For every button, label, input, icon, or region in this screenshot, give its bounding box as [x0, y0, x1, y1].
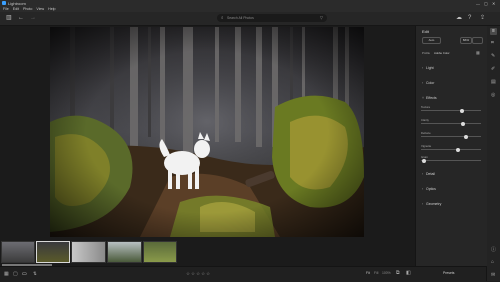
section-detail[interactable]: › Detail — [422, 172, 435, 176]
section-light[interactable]: › Light — [422, 66, 434, 70]
section-optics[interactable]: › Optics — [422, 187, 436, 191]
slider-track — [421, 123, 481, 124]
tool-strip: ≡ ⌗ ✎ ✐ ▤ ◎ ⓘ ⌂ ✉ — [486, 26, 500, 281]
main-photo[interactable] — [50, 27, 364, 237]
profile-browser-icon[interactable]: ▦ — [476, 50, 480, 55]
share-icon[interactable]: ⇪ — [480, 15, 485, 22]
crop-icon[interactable]: ⌗ — [491, 40, 494, 46]
profile-label: Profile — [422, 51, 430, 55]
window-title: Lightroom — [8, 1, 26, 6]
auto-button-label: Auto — [428, 38, 435, 42]
vignette-label: Vignette — [421, 144, 432, 148]
search-input[interactable]: ⌕ Search All Photos ▽ — [217, 14, 327, 22]
clarity-label: Clarity — [421, 118, 429, 122]
grain-slider[interactable]: Grain — [421, 155, 481, 163]
zoom-button[interactable]: Fill — [374, 271, 378, 275]
bw-button[interactable]: B&W — [460, 37, 472, 44]
texture-label: Texture — [421, 105, 431, 109]
section-optics-label: Optics — [426, 187, 436, 191]
clarity-slider[interactable]: Clarity — [421, 118, 481, 126]
square-grid-icon[interactable]: ▢ — [13, 271, 18, 277]
zoom-percent[interactable]: 100% — [382, 271, 391, 275]
radial-icon[interactable]: ◎ — [491, 92, 495, 98]
filmstrip — [0, 241, 415, 266]
section-geometry[interactable]: › Geometry — [422, 202, 441, 206]
bw-button-label: B&W — [462, 38, 470, 42]
search-icon: ⌕ — [221, 15, 224, 20]
section-effects-label: Effects — [426, 96, 437, 100]
fit-button[interactable]: Fit — [366, 271, 370, 275]
maximize-icon[interactable]: ▢ — [484, 0, 488, 7]
texture-slider[interactable]: Texture — [421, 105, 481, 113]
filter-icon[interactable]: ▽ — [320, 14, 323, 22]
thumbnail[interactable] — [107, 241, 142, 263]
section-light-label: Light — [426, 66, 434, 70]
close-icon[interactable]: ✕ — [492, 0, 495, 7]
back-arrow-icon[interactable]: ← — [18, 15, 24, 22]
before-after-icon[interactable]: ◧ — [406, 270, 411, 276]
slider-track — [421, 149, 481, 150]
compare-icon[interactable]: ⧉ — [396, 270, 400, 276]
section-geometry-label: Geometry — [426, 202, 442, 206]
dehaze-label: Dehaze — [421, 131, 431, 135]
vignette-slider[interactable]: Vignette — [421, 144, 481, 152]
presets-button-label[interactable]: Presets — [443, 271, 455, 275]
forward-arrow-icon[interactable]: → — [30, 15, 36, 22]
thumbnail[interactable] — [1, 241, 35, 263]
bottom-bar: ▦ ▢ ▭ ⇅ ☆☆☆☆☆ Fit Fill 100% ⧉ ◧ Edit Pre… — [0, 266, 486, 282]
gradient-icon[interactable]: ▤ — [491, 79, 496, 85]
cloud-sync-icon[interactable]: ☁ — [456, 15, 462, 22]
slider-knob[interactable] — [461, 121, 466, 126]
slider-track — [421, 110, 481, 111]
edit-sliders-icon[interactable]: ≡ — [490, 28, 497, 35]
slider-track — [421, 136, 481, 137]
keyword-icon[interactable]: ⌂ — [491, 259, 494, 265]
thumbnail[interactable] — [143, 241, 177, 263]
hdr-button[interactable] — [472, 37, 483, 44]
section-color[interactable]: › Color — [422, 81, 434, 85]
sort-icon[interactable]: ⇅ — [33, 271, 37, 277]
comment-icon[interactable]: ✉ — [491, 272, 495, 278]
thumbnail-selected[interactable] — [36, 241, 70, 263]
dehaze-slider[interactable]: Dehaze — [421, 131, 481, 139]
panel-title: Edit — [422, 29, 429, 34]
slider-knob[interactable] — [463, 134, 468, 139]
app-logo-icon — [2, 1, 6, 5]
minimize-icon[interactable]: — — [476, 0, 480, 7]
grid-view-icon[interactable]: ▦ — [4, 271, 9, 277]
slider-track — [421, 160, 481, 161]
panel-toggle-icon[interactable]: ▥ — [6, 15, 12, 22]
healing-icon[interactable]: ✎ — [491, 53, 495, 59]
rating-stars[interactable]: ☆☆☆☆☆ — [186, 271, 211, 277]
info-icon[interactable]: ⓘ — [491, 246, 496, 253]
section-detail-label: Detail — [426, 172, 435, 176]
slider-knob[interactable] — [455, 147, 460, 152]
profile-select[interactable]: Adobe Color — [434, 51, 450, 55]
detail-view-icon[interactable]: ▭ — [22, 271, 27, 277]
edit-panel: Edit Auto B&W Profile Adobe Color ▦ › Lig… — [415, 26, 487, 266]
help-icon[interactable]: ? — [468, 15, 471, 22]
auto-button[interactable]: Auto — [422, 37, 441, 44]
section-effects[interactable]: ˅ Effects — [422, 96, 437, 100]
search-placeholder: Search All Photos — [227, 16, 254, 20]
thumbnail[interactable] — [71, 241, 106, 263]
brush-icon[interactable]: ✐ — [491, 66, 495, 72]
slider-knob[interactable] — [422, 158, 427, 163]
section-color-label: Color — [426, 81, 435, 85]
title-bar: Lightroom — ▢ ✕ — [0, 0, 500, 7]
slider-knob[interactable] — [460, 108, 465, 113]
